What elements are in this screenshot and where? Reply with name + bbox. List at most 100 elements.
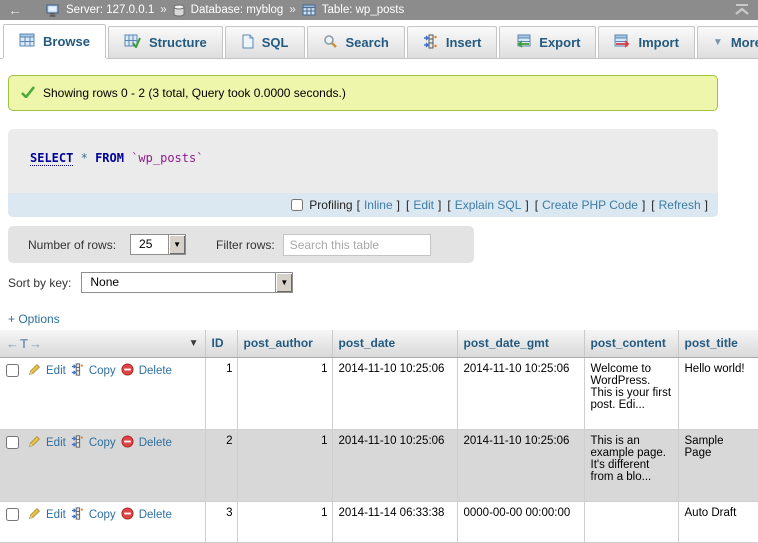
status-message-text: Showing rows 0 - 2 (3 total, Query took … [43,86,346,100]
bracket: [ [533,198,540,212]
header-dropdown-icon[interactable]: ▼ [189,338,199,349]
edit-query-link[interactable]: Edit [413,198,434,212]
cell-post-date-gmt: 0000-00-00 00:00:00 [457,501,584,542]
tab-label: Import [638,35,678,50]
delete-link[interactable]: Delete [139,509,172,521]
sql-table-name: `wp_posts` [131,151,203,165]
explain-sql-link[interactable]: Explain SQL [455,198,522,212]
cell-id: 3 [205,501,237,542]
cell-post-author: 1 [237,429,332,501]
tab-insert[interactable]: Insert [407,26,497,58]
filter-rows-input[interactable] [283,234,431,256]
profiling-checkbox[interactable] [291,199,303,211]
copy-link[interactable]: Copy [89,509,116,521]
tab-structure[interactable]: Structure [108,26,223,58]
column-header-post-author[interactable]: post_author [237,330,332,357]
edit-link[interactable]: Edit [46,509,66,521]
profiling-label: Profiling [309,198,352,212]
column-header-post-content[interactable]: post_content [584,330,678,357]
refresh-link[interactable]: Refresh [659,198,701,212]
column-header-post-title[interactable]: post_title [678,330,758,357]
search-icon [323,34,338,52]
server-icon [46,4,60,17]
tab-label: Search [346,35,389,50]
number-of-rows-label: Number of rows: [28,238,116,252]
edit-link[interactable]: Edit [46,437,66,449]
cell-id: 1 [205,357,237,429]
tab-label: SQL [262,35,289,50]
row-checkbox[interactable] [6,364,19,377]
tab-browse[interactable]: Browse [3,24,106,58]
results-table: ←T→ ▼ ID post_author post_date post_date… [0,330,758,543]
column-header-post-date[interactable]: post_date [332,330,457,357]
header-actions-cell: ←T→ ▼ [0,330,205,357]
tab-label: More [731,35,758,50]
copy-icon [71,435,84,451]
edit-pencil-icon [28,435,41,451]
number-of-rows-select[interactable]: 25 ▼ [130,234,186,255]
row-checkbox[interactable] [6,508,19,521]
rows-control-bar: Number of rows: 25 ▼ Filter rows: [8,226,474,263]
tab-label: Browse [43,34,90,49]
table-row: Edit Copy Delete 2 1 2014-11-10 10:25:06… [0,429,758,501]
tab-label: Export [539,35,580,50]
row-checkbox[interactable] [6,436,19,449]
delete-link[interactable]: Delete [139,365,172,377]
copy-link[interactable]: Copy [89,437,116,449]
sql-query-text: SELECT * FROM `wp_posts` [30,151,203,165]
sql-keyword-select[interactable]: SELECT [30,151,73,166]
edit-link[interactable]: Edit [46,365,66,377]
copy-link[interactable]: Copy [89,365,116,377]
browse-icon [19,33,35,50]
filter-rows-label: Filter rows: [216,238,275,252]
cell-post-date-gmt: 2014-11-10 10:25:06 [457,357,584,429]
cell-post-date: 2014-11-10 10:25:06 [332,429,457,501]
column-header-post-date-gmt[interactable]: post_date_gmt [457,330,584,357]
status-message: Showing rows 0 - 2 (3 total, Query took … [8,75,718,111]
tab-import[interactable]: Import [598,26,694,58]
check-icon [21,86,35,101]
sort-by-key-value: None [82,273,129,292]
sql-query-box: SELECT * FROM `wp_posts` Profiling [ Inl… [8,129,718,217]
back-arrow-icon[interactable]: ← [8,3,22,17]
select-arrow-icon: ▼ [275,273,292,292]
sort-row: Sort by key: None ▼ [8,272,293,293]
sort-by-key-select[interactable]: None ▼ [81,272,293,293]
copy-icon [71,507,84,523]
bracket: [ [355,198,362,212]
column-header-id[interactable]: ID [205,330,237,357]
import-icon [614,34,630,51]
breadcrumb-database[interactable]: Database: myblog [191,4,284,16]
cell-id: 2 [205,429,237,501]
select-arrow-icon: ▼ [168,235,185,254]
sql-star: * [81,151,88,165]
tab-more[interactable]: ▼ More [697,26,758,58]
bracket: ] [640,198,647,212]
options-toggle-link[interactable]: + Options [8,312,60,326]
insert-icon [423,34,438,52]
tab-export[interactable]: Export [499,26,596,58]
delete-icon [121,507,134,523]
cell-post-author: 1 [237,501,332,542]
breadcrumb-server[interactable]: Server: 127.0.0.1 [66,4,154,16]
bracket: [ [445,198,452,212]
tab-sql[interactable]: SQL [225,26,305,58]
cell-post-author: 1 [237,357,332,429]
inline-link[interactable]: Inline [364,198,393,212]
bracket: [ [649,198,656,212]
cell-post-date: 2014-11-14 06:33:38 [332,501,457,542]
column-arrows-icon[interactable]: ←T→ [6,336,43,351]
bracket: ] [703,198,710,212]
tab-bar: Browse Structure SQL Search Insert Expor… [0,26,758,59]
collapse-top-icon[interactable] [734,4,750,16]
export-icon [515,34,531,51]
create-php-code-link[interactable]: Create PHP Code [542,198,638,212]
table-row: Edit Copy Delete 3 1 2014-11-14 06:33:38… [0,501,758,542]
cell-post-title: Sample Page [678,429,758,501]
chevron-down-icon: ▼ [713,37,723,48]
edit-pencil-icon [28,363,41,379]
query-tools-bar: Profiling [ Inline ] [ Edit ] [ Explain … [8,193,718,217]
tab-search[interactable]: Search [307,26,405,58]
delete-link[interactable]: Delete [139,437,172,449]
breadcrumb-table[interactable]: Table: wp_posts [322,4,404,16]
